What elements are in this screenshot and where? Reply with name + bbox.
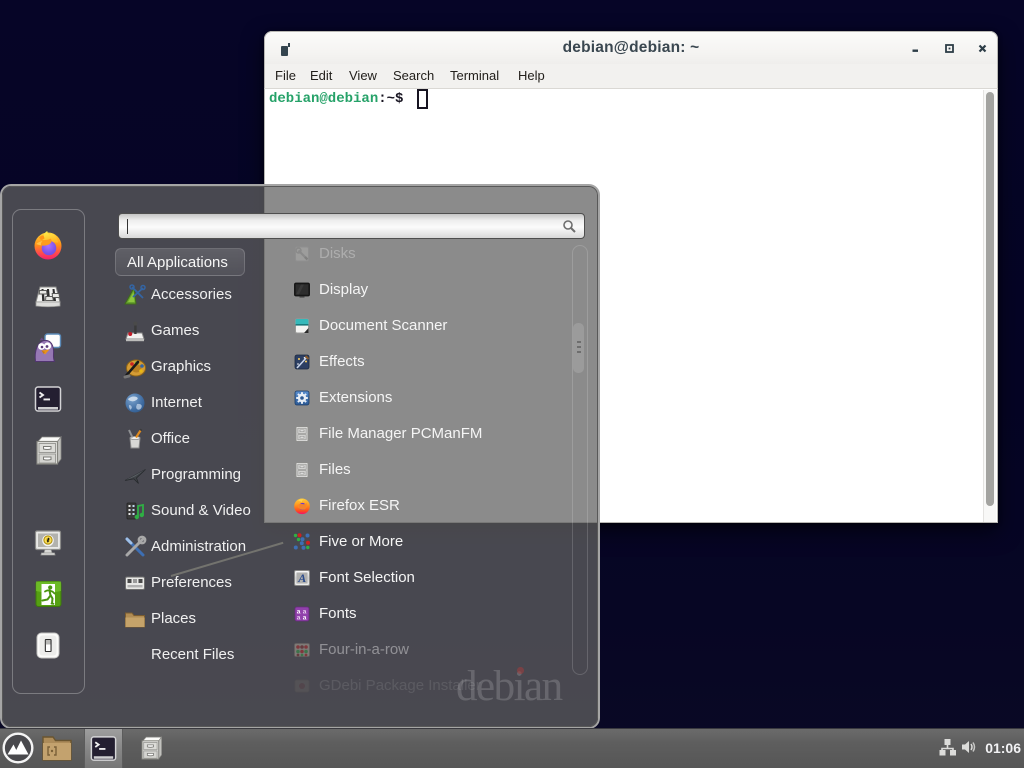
svg-text:a: a [297, 615, 301, 622]
svg-text:A: A [297, 571, 306, 585]
svg-text:a: a [303, 615, 307, 622]
